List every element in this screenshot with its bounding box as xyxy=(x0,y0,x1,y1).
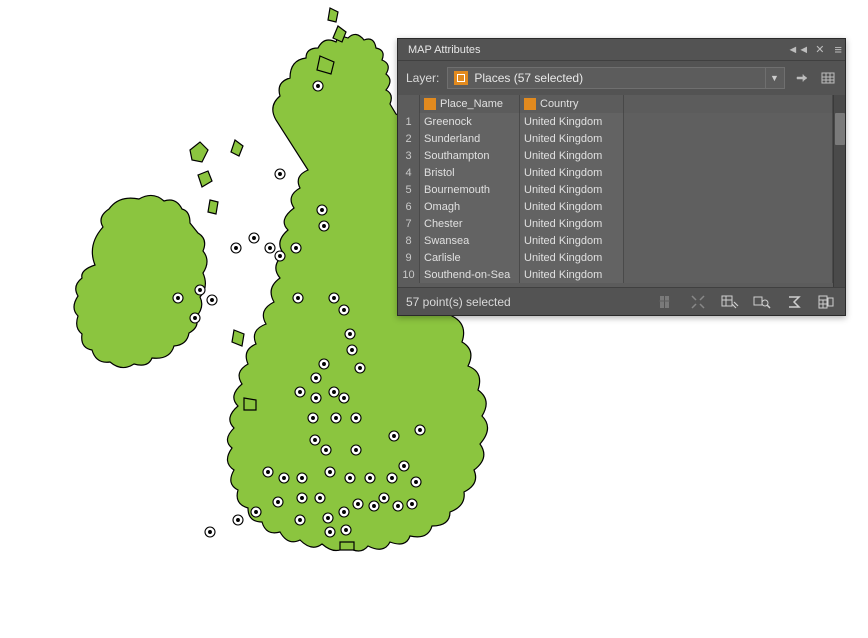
cell-spacer xyxy=(624,147,833,164)
cell-place-name[interactable]: Chester xyxy=(420,215,520,232)
cell-country[interactable]: United Kingdom xyxy=(520,249,624,266)
layer-select-value: Places (57 selected) xyxy=(474,71,759,85)
row-header[interactable] xyxy=(398,95,420,113)
attribute-table: Place_Name Country 1GreenockUnited Kingd… xyxy=(398,95,845,287)
cell-country[interactable]: United Kingdom xyxy=(520,113,624,130)
panel-titlebar[interactable]: MAP Attributes ◄◄ ✕ ≡ xyxy=(398,39,845,61)
cell-spacer xyxy=(624,266,833,283)
panel-title: MAP Attributes xyxy=(408,44,787,56)
pin-icon[interactable] xyxy=(793,69,811,87)
cell-country[interactable]: United Kingdom xyxy=(520,266,624,283)
cell-country[interactable]: United Kingdom xyxy=(520,198,624,215)
table-row[interactable]: 6OmaghUnited Kingdom xyxy=(398,198,833,215)
row-number[interactable]: 1 xyxy=(398,113,420,130)
cell-country[interactable]: United Kingdom xyxy=(520,232,624,249)
cell-country[interactable]: United Kingdom xyxy=(520,215,624,232)
row-number[interactable]: 10 xyxy=(398,266,420,283)
selection-status: 57 point(s) selected xyxy=(406,295,511,309)
cell-spacer xyxy=(624,130,833,147)
cell-place-name[interactable]: Southend-on-Sea xyxy=(420,266,520,283)
cell-place-name[interactable]: Southampton xyxy=(420,147,520,164)
panel-menu-icon[interactable]: ≡ xyxy=(830,42,841,57)
table-row[interactable]: 7ChesterUnited Kingdom xyxy=(398,215,833,232)
table-options-icon[interactable] xyxy=(819,69,837,87)
cell-country[interactable]: United Kingdom xyxy=(520,147,624,164)
status-bar: 57 point(s) selected xyxy=(398,287,845,315)
field-calculator-icon[interactable] xyxy=(815,291,837,313)
column-spacer xyxy=(624,95,833,113)
table-row[interactable]: 9CarlisleUnited Kingdom xyxy=(398,249,833,266)
vertical-scrollbar[interactable] xyxy=(833,95,845,287)
row-number[interactable]: 9 xyxy=(398,249,420,266)
column-country[interactable]: Country xyxy=(520,95,624,113)
table-row[interactable]: 1GreenockUnited Kingdom xyxy=(398,113,833,130)
row-number[interactable]: 5 xyxy=(398,181,420,198)
center-selection-icon[interactable] xyxy=(687,291,709,313)
cell-spacer xyxy=(624,164,833,181)
field-icon xyxy=(424,98,436,110)
row-number[interactable]: 8 xyxy=(398,232,420,249)
row-number[interactable]: 2 xyxy=(398,130,420,147)
layer-select[interactable]: Places (57 selected) ▼ xyxy=(447,67,785,89)
collapse-icon[interactable]: ◄◄ xyxy=(787,44,809,56)
table-row[interactable]: 4BristolUnited Kingdom xyxy=(398,164,833,181)
cell-place-name[interactable]: Bristol xyxy=(420,164,520,181)
table-row[interactable]: 5BournemouthUnited Kingdom xyxy=(398,181,833,198)
statistics-icon[interactable] xyxy=(783,291,805,313)
cell-spacer xyxy=(624,249,833,266)
table-row[interactable]: 3SouthamptonUnited Kingdom xyxy=(398,147,833,164)
column-label: Country xyxy=(540,98,579,110)
cell-spacer xyxy=(624,181,833,198)
field-icon xyxy=(524,98,536,110)
layer-row: Layer: Places (57 selected) ▼ xyxy=(398,61,845,95)
table-row[interactable]: 8SwanseaUnited Kingdom xyxy=(398,232,833,249)
cell-place-name[interactable]: Greenock xyxy=(420,113,520,130)
row-number[interactable]: 3 xyxy=(398,147,420,164)
column-place-name[interactable]: Place_Name xyxy=(420,95,520,113)
table-row[interactable]: 2SunderlandUnited Kingdom xyxy=(398,130,833,147)
deselect-icon[interactable] xyxy=(655,291,677,313)
layer-label: Layer: xyxy=(406,71,439,85)
cell-spacer xyxy=(624,113,833,130)
row-number[interactable]: 7 xyxy=(398,215,420,232)
cell-place-name[interactable]: Carlisle xyxy=(420,249,520,266)
column-label: Place_Name xyxy=(440,98,503,110)
cell-place-name[interactable]: Omagh xyxy=(420,198,520,215)
cell-country[interactable]: United Kingdom xyxy=(520,164,624,181)
scrollbar-thumb[interactable] xyxy=(835,113,845,145)
table-header: Place_Name Country xyxy=(398,95,833,113)
table-row[interactable]: 10Southend-on-SeaUnited Kingdom xyxy=(398,266,833,283)
row-number[interactable]: 6 xyxy=(398,198,420,215)
select-by-attributes-icon[interactable] xyxy=(719,291,741,313)
cell-country[interactable]: United Kingdom xyxy=(520,181,624,198)
cell-spacer xyxy=(624,232,833,249)
cell-place-name[interactable]: Bournemouth xyxy=(420,181,520,198)
attributes-panel: MAP Attributes ◄◄ ✕ ≡ Layer: Places (57 … xyxy=(397,38,846,316)
zoom-to-selection-icon[interactable] xyxy=(751,291,773,313)
row-number[interactable]: 4 xyxy=(398,164,420,181)
layer-type-icon xyxy=(454,71,468,85)
chevron-down-icon[interactable]: ▼ xyxy=(765,68,783,88)
cell-country[interactable]: United Kingdom xyxy=(520,130,624,147)
cell-spacer xyxy=(624,198,833,215)
close-icon[interactable]: ✕ xyxy=(815,43,824,56)
cell-place-name[interactable]: Sunderland xyxy=(420,130,520,147)
cell-spacer xyxy=(624,215,833,232)
cell-place-name[interactable]: Swansea xyxy=(420,232,520,249)
